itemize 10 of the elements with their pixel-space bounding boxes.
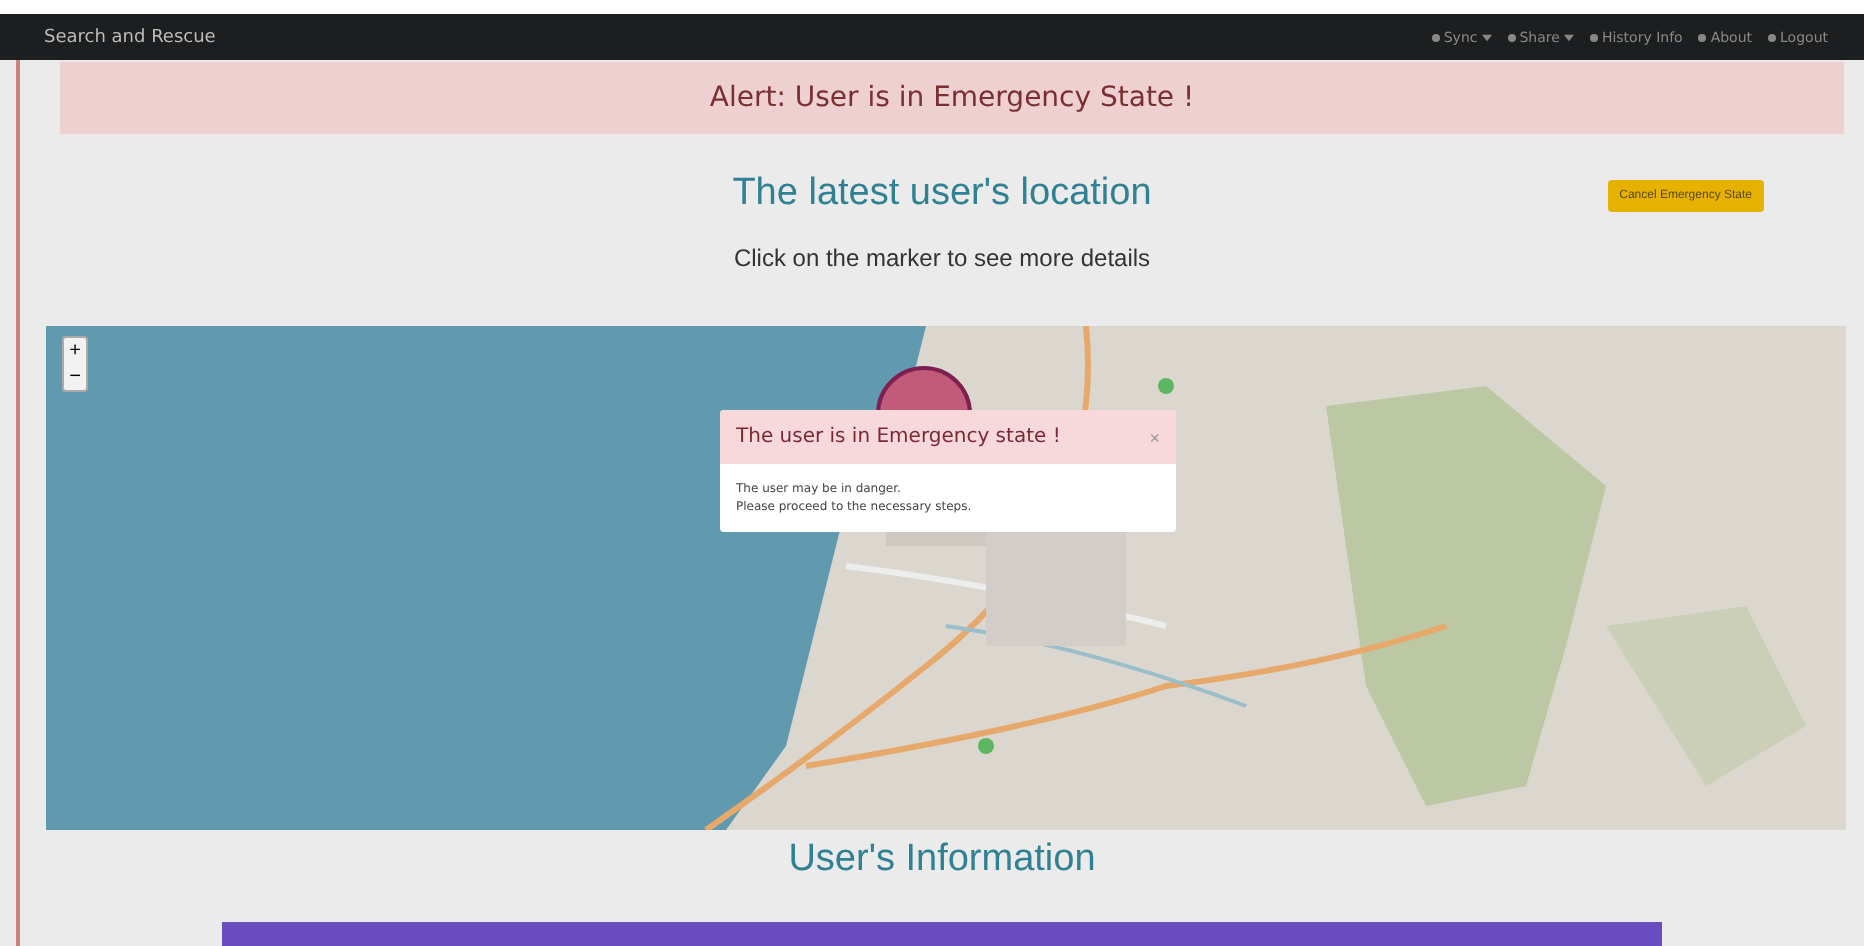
- caret-icon: [1563, 33, 1574, 41]
- section-title: The latest user's location: [732, 172, 1152, 216]
- zoom-out-button[interactable]: −: [64, 364, 86, 390]
- zoom-in-button[interactable]: +: [64, 338, 86, 364]
- alert-banner: Alert: User is in Emergency State !: [60, 62, 1844, 134]
- dialog-title: The user is in Emergency state !: [736, 426, 1061, 448]
- caret-icon: [1481, 33, 1492, 41]
- section-title: User's Information: [788, 838, 1096, 882]
- brand-link[interactable]: Search and Rescue: [44, 27, 216, 47]
- instruction-text: Click on the marker to see more details: [733, 244, 1151, 272]
